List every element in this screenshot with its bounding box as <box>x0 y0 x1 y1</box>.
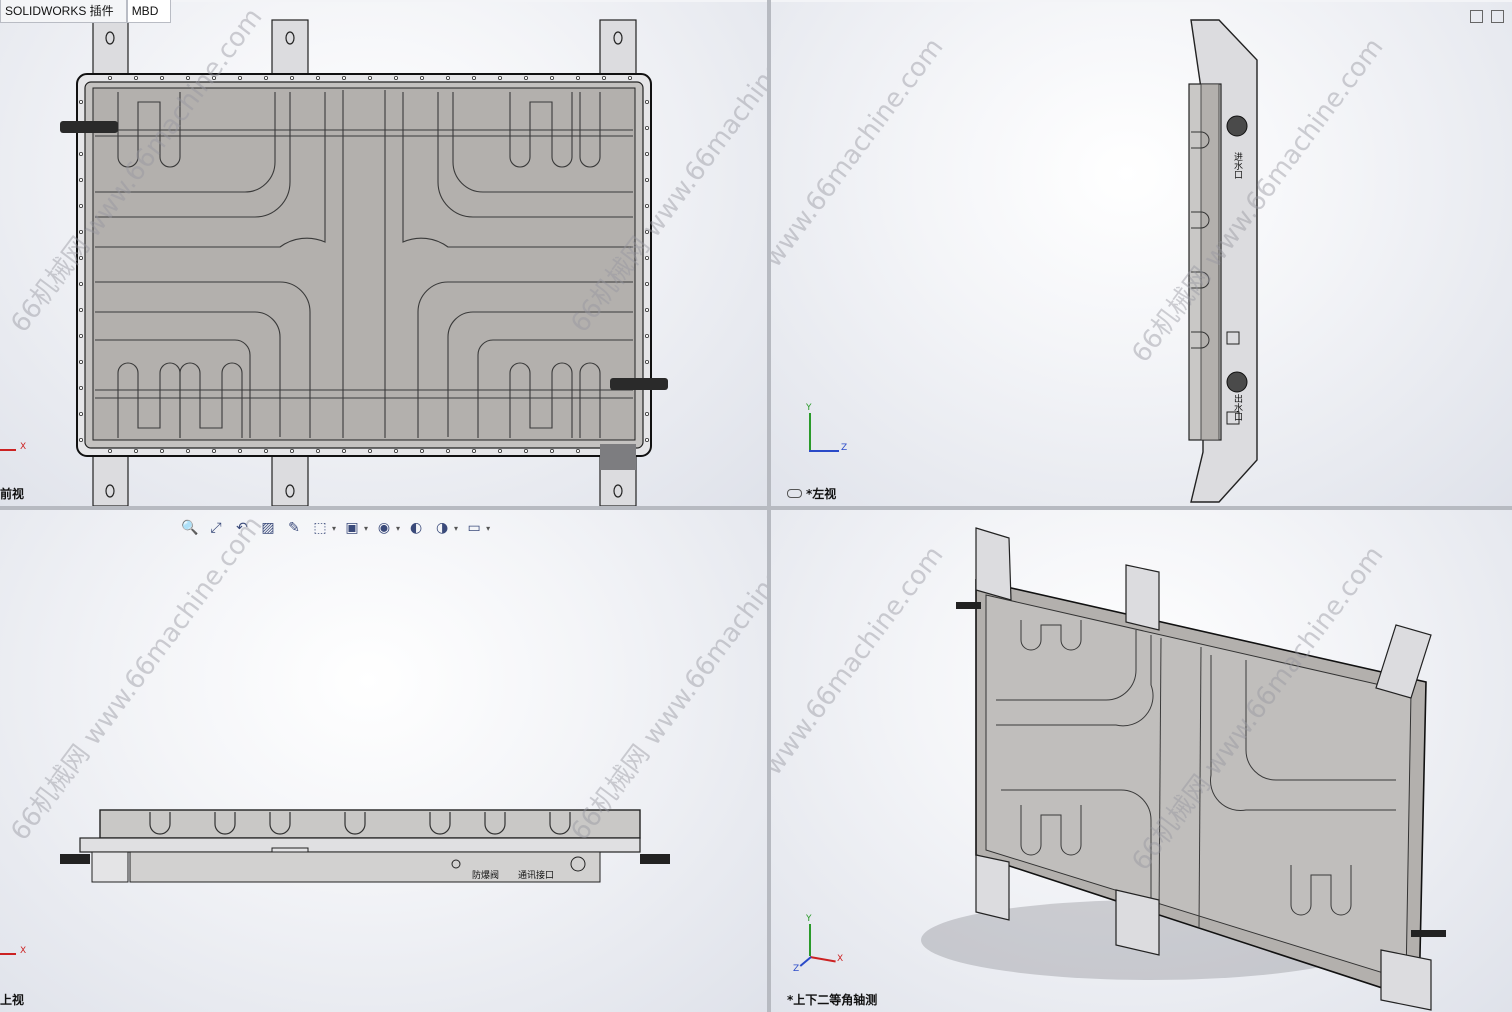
axis-z-label: Z <box>793 964 800 974</box>
axis-x-label: X <box>20 946 27 956</box>
tab-solidworks-addins[interactable]: SOLIDWORKS 插件 <box>0 0 127 23</box>
label-inlet: 进水口 <box>1232 152 1242 179</box>
label-vent-valve: 防爆阀 <box>472 871 500 881</box>
iso-view-model <box>921 527 1446 1011</box>
axis-y-label: Y <box>806 914 812 924</box>
triad-front: X <box>0 442 30 458</box>
viewport-front[interactable]: X 前视 66机械网 www.66machine.com 66机械网 www.6… <box>0 2 767 506</box>
triad-iso: Y X Z <box>793 914 853 978</box>
viewport-left[interactable]: 进水口 出水口 Y Z *左视 66机械网 www.66machine.com … <box>771 2 1512 506</box>
axis-x-label: X <box>20 442 27 452</box>
label-comm-port: 通讯接口 <box>518 871 555 881</box>
viewport-label-left: *左视 <box>787 485 836 502</box>
axis-z-label: Z <box>841 443 848 453</box>
viewport-splitter-horizontal[interactable] <box>0 506 1512 510</box>
label-outlet: 出水口 <box>1232 394 1242 421</box>
axis-y-label: Y <box>806 403 812 413</box>
triad-top: X <box>0 946 30 962</box>
left-view-model <box>1188 19 1258 503</box>
command-manager-tabs: SOLIDWORKS 插件 MBD <box>0 0 172 24</box>
viewport-isometric[interactable]: Y X Z *上下二等角轴测 66机械网 www.66machine.com 6… <box>771 510 1512 1012</box>
viewport-label-top: 上视 <box>0 993 25 1007</box>
top-view-model <box>60 809 670 883</box>
viewport-label-iso: *上下二等角轴测 <box>787 993 878 1007</box>
viewport-top[interactable]: 🔍 ⤢ ↶ ▨ ✎ ⬚▾ ▣▾ ◉▾ ◐ ◑▾ ▭▾ 防爆阀 通讯接口 <box>0 510 767 1012</box>
link-view-icon[interactable] <box>787 489 802 498</box>
viewport-label-front: 前视 <box>0 487 25 501</box>
axis-x-label: X <box>837 954 844 964</box>
triad-left: Y Z <box>801 403 851 457</box>
front-view-model <box>60 19 668 506</box>
tab-mbd[interactable]: MBD <box>126 0 172 23</box>
